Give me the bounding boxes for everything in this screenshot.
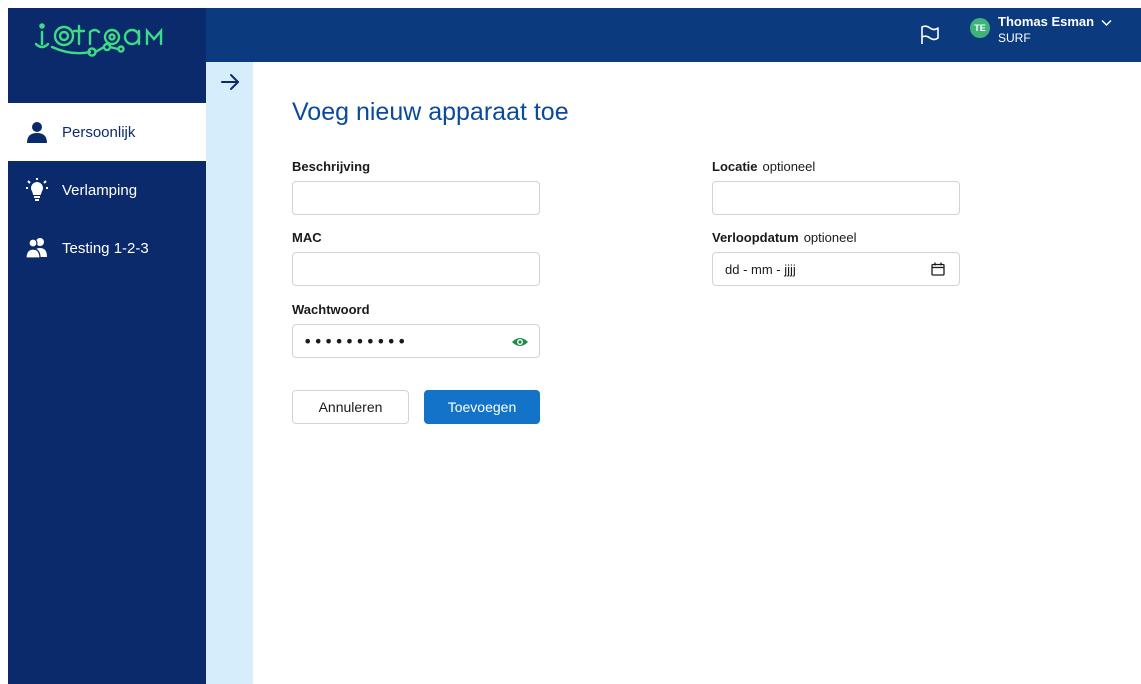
user-menu[interactable]: TE Thomas Esman SURF [970,14,1112,46]
description-input[interactable] [292,181,540,215]
sidebar-item-testing-1-2-3[interactable]: Testing 1-2-3 [8,219,206,277]
location-input[interactable] [712,181,960,215]
password-value: •••••••••• [303,331,408,351]
sidebar-nav: Persoonlijk Verlamping Testing 1-2-3 [8,103,206,277]
password-input[interactable]: •••••••••• [292,324,540,358]
eye-icon[interactable] [511,334,529,350]
expiry-label-text: Verloopdatum [712,230,799,245]
cancel-button[interactable]: Annuleren [292,390,409,424]
avatar: TE [970,18,990,38]
person-icon [24,119,50,145]
location-optional-hint: optioneel [762,159,816,174]
expiry-optional-hint: optioneel [803,230,857,245]
sidebar-item-persoonlijk[interactable]: Persoonlijk [8,103,206,161]
description-label: Beschrijving [292,159,371,174]
user-name: Thomas Esman [998,14,1095,29]
sidebar-item-verlamping[interactable]: Verlamping [8,161,206,219]
sidebar: Persoonlijk Verlamping Testing 1-2-3 [8,8,206,684]
expiry-date-placeholder: dd - mm - jjjj [725,262,796,277]
sidebar-item-label: Verlamping [62,181,138,199]
page-title: Voeg nieuw apparaat toe [292,98,569,126]
calendar-icon[interactable] [931,262,945,276]
password-label: Wachtwoord [292,302,370,317]
expiry-date-input[interactable]: dd - mm - jjjj [712,252,960,286]
location-label: Locatie optioneel [712,159,815,174]
iotroam-logo[interactable] [8,8,206,70]
arrow-right-icon[interactable] [218,70,242,94]
mac-label: MAC [292,230,322,245]
top-bar: TE Thomas Esman SURF [206,8,1141,62]
sidebar-item-label: Persoonlijk [62,123,136,141]
location-label-text: Locatie [712,159,758,174]
mac-input[interactable] [292,252,540,286]
add-button[interactable]: Toevoegen [424,390,540,424]
flag-icon[interactable] [918,23,942,47]
logo-graphic [34,23,163,57]
chevron-down-icon [1101,19,1112,26]
sidebar-item-label: Testing 1-2-3 [62,239,149,257]
sidebar-collapse-strip [206,62,253,684]
user-organization: SURF [998,31,1031,45]
expiry-label: Verloopdatum optioneel [712,230,856,245]
lightbulb-icon [24,177,50,203]
group-icon [24,235,50,261]
